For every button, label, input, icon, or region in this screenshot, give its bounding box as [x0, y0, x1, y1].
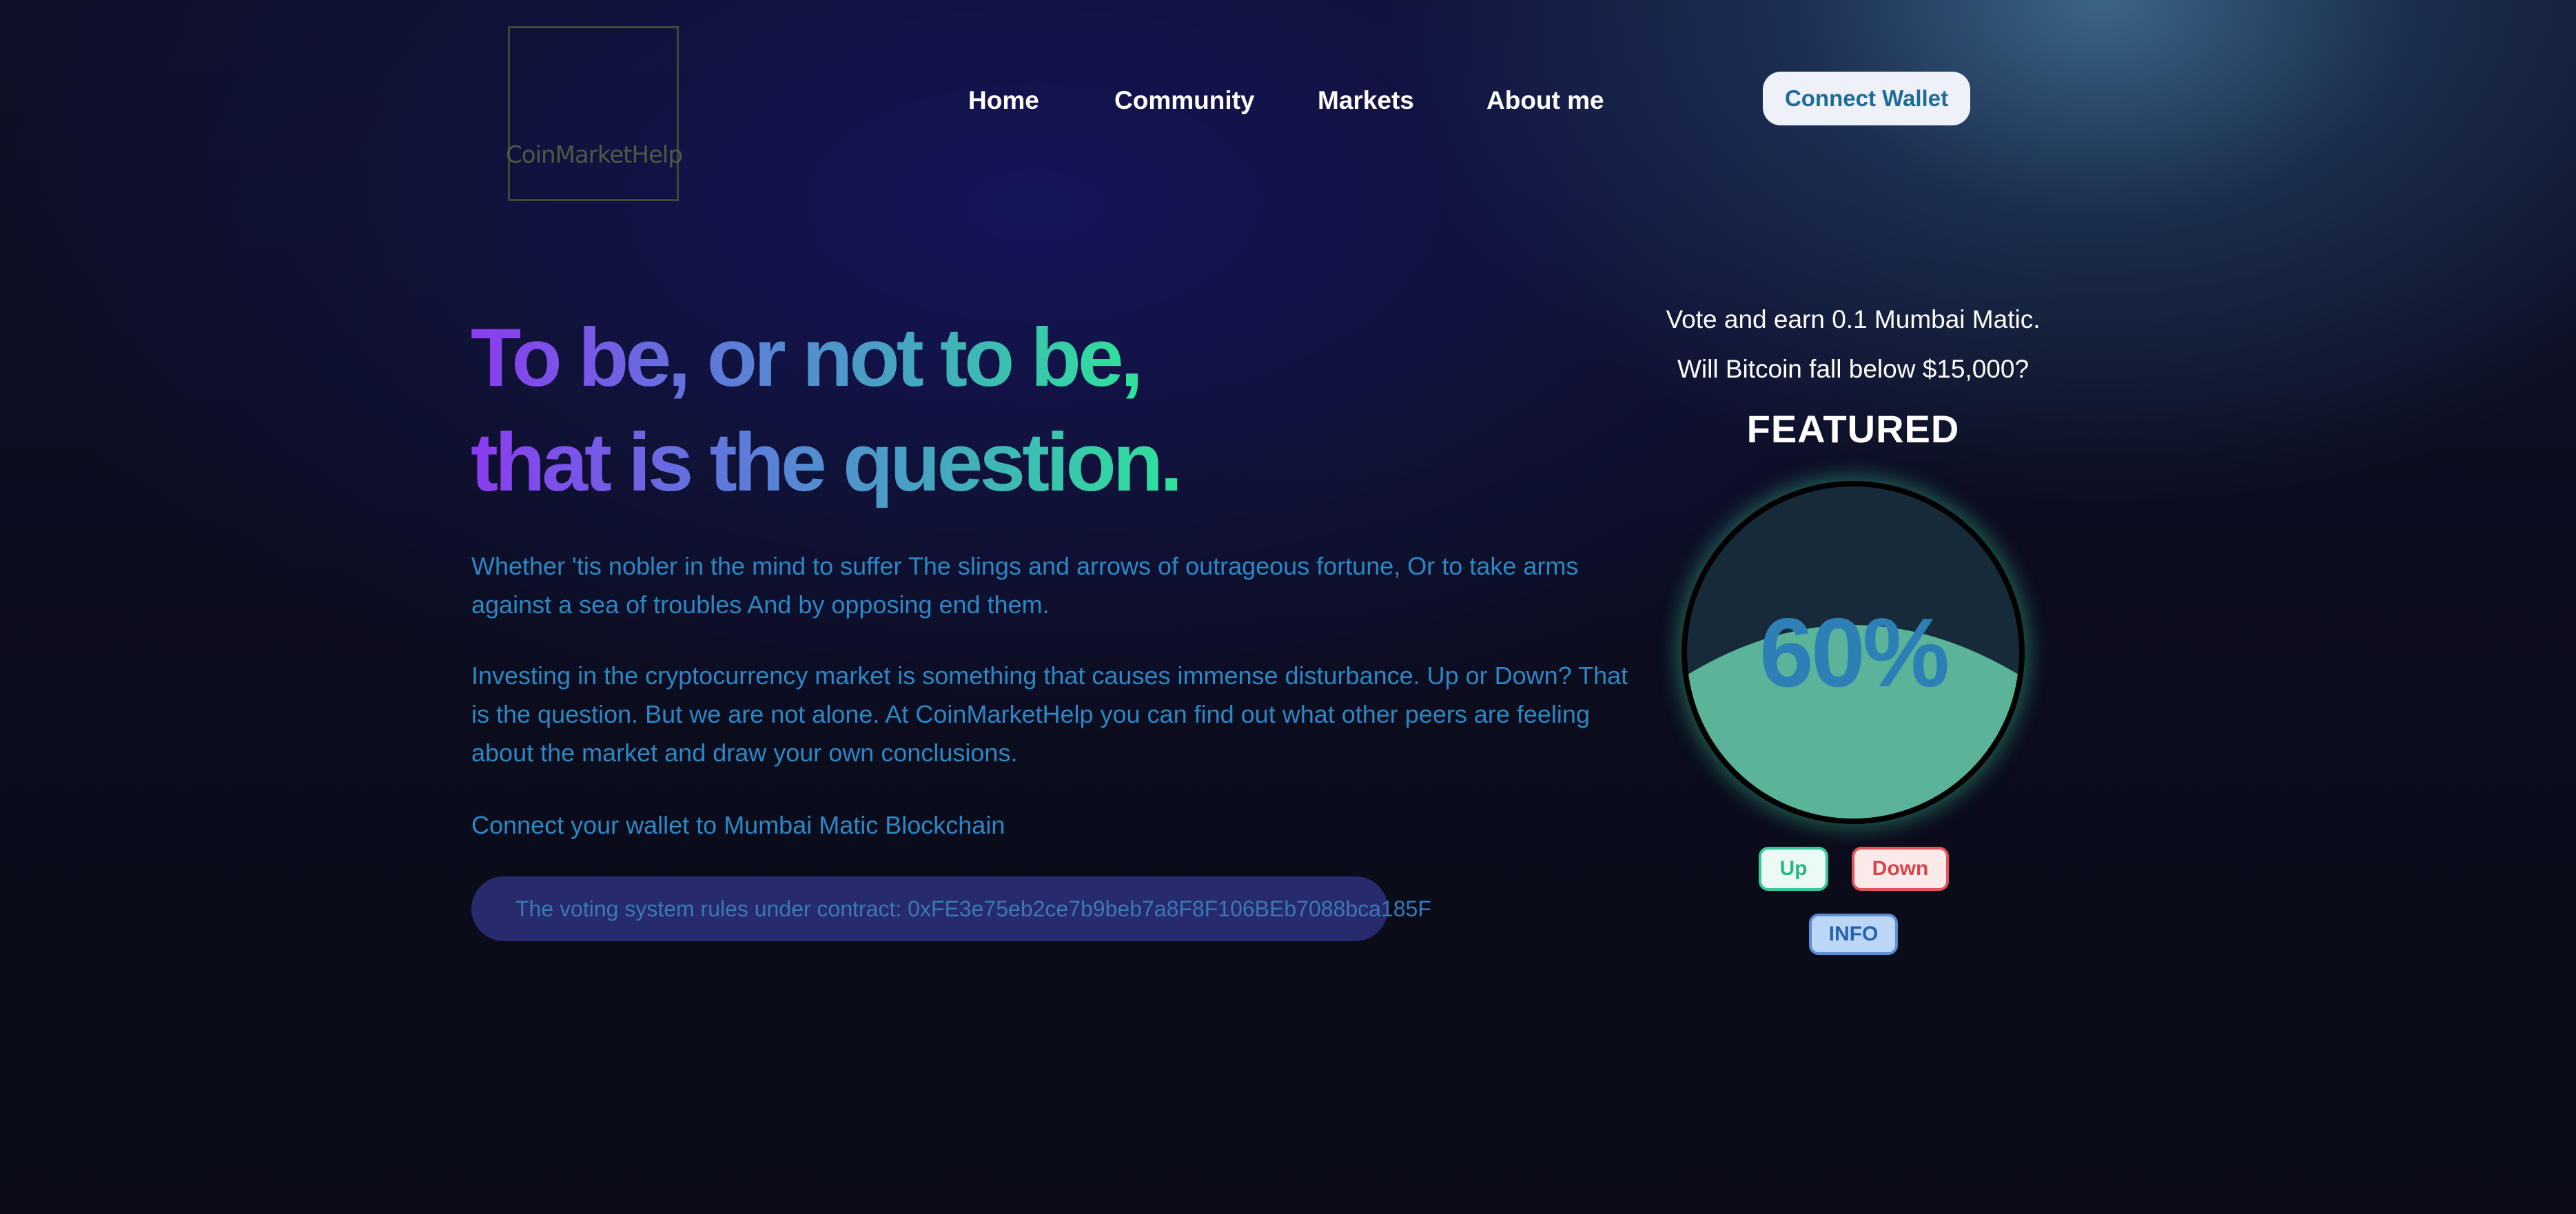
- connect-wallet-button[interactable]: Connect Wallet: [1763, 72, 1970, 125]
- vote-up-button[interactable]: Up: [1759, 847, 1828, 891]
- description-paragraph: Investing in the cryptocurrency market i…: [471, 661, 1628, 767]
- hero-title-line-1: To be, or not to be,: [471, 311, 1143, 404]
- connect-hint-text: Connect your wallet to Mumbai Matic Bloc…: [471, 811, 1005, 839]
- logo-frame[interactable]: [508, 26, 679, 201]
- info-button[interactable]: INFO: [1809, 914, 1898, 955]
- logo-text: CoinMarketHelp: [506, 141, 683, 169]
- poll-gauge: 60%: [1681, 481, 2025, 824]
- hero-title-line-2: that is the question.: [471, 416, 1183, 508]
- featured-label: FEATURED: [1746, 407, 1960, 451]
- poll-question: Will Bitcoin fall below $15,000?: [1677, 355, 2030, 383]
- contract-address-text: The voting system rules under contract: …: [515, 896, 1431, 921]
- intro-paragraph: Whether 'tis nobler in the mind to suffe…: [471, 552, 1579, 619]
- nav-community[interactable]: Community: [1114, 86, 1255, 115]
- nav-home[interactable]: Home: [968, 86, 1039, 115]
- reward-text: Vote and earn 0.1 Mumbai Matic.: [1666, 305, 2041, 333]
- nav-markets[interactable]: Markets: [1318, 86, 1414, 115]
- vote-down-button[interactable]: Down: [1852, 847, 1949, 891]
- gauge-percent: 60%: [1759, 598, 1950, 708]
- contract-address-pill: The voting system rules under contract: …: [471, 876, 1431, 941]
- nav-about-me[interactable]: About me: [1486, 86, 1604, 115]
